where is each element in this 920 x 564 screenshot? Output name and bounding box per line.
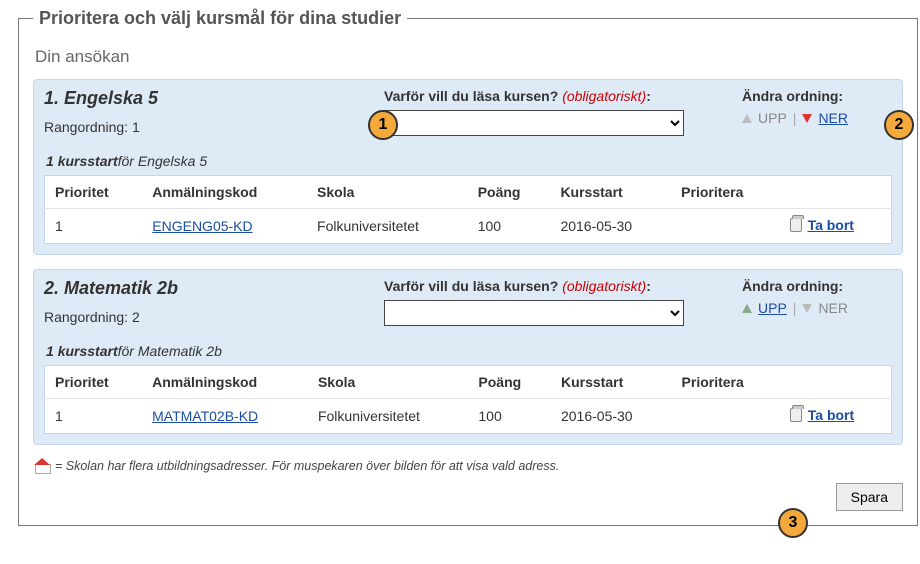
- col-priority: Prioritet: [45, 366, 143, 399]
- col-code: Anmälningskod: [142, 176, 307, 209]
- arrow-up-icon: [742, 304, 752, 313]
- course-rows-table: Prioritet Anmälningskod Skola Poäng Kurs…: [44, 175, 892, 244]
- kursstart-summary: 1 kursstartför Engelska 5: [46, 153, 892, 169]
- col-points: Poäng: [468, 176, 551, 209]
- registration-code-link[interactable]: MATMAT02B-KD: [152, 408, 258, 424]
- col-school: Skola: [307, 176, 468, 209]
- reason-label: Varför vill du läsa kursen? (obligatoris…: [384, 278, 732, 294]
- trash-icon: [790, 218, 802, 232]
- callout-badge-3: 3: [778, 508, 808, 538]
- course-block: 2. Matematik 2b Rangordning: 2 Varför vi…: [33, 269, 903, 445]
- move-down-button: NER: [818, 300, 848, 316]
- col-priority: Prioritet: [45, 176, 143, 209]
- remove-button[interactable]: Ta bort: [790, 407, 854, 423]
- cell-points: 100: [468, 209, 551, 244]
- cell-start: 2016-05-30: [551, 399, 672, 434]
- course-block: 1. Engelska 5 Rangordning: 1 Varför vill…: [33, 79, 903, 255]
- col-start: Kursstart: [551, 366, 672, 399]
- course-title: 2. Matematik 2b: [44, 278, 374, 299]
- cell-priority: 1: [45, 209, 143, 244]
- save-button[interactable]: Spara: [836, 483, 903, 511]
- callout-badge-2: 2: [884, 110, 914, 140]
- course-title: 1. Engelska 5: [44, 88, 374, 109]
- course-priority-group: Prioritera och välj kursmål för dina stu…: [18, 8, 918, 526]
- cell-points: 100: [468, 399, 551, 434]
- group-legend: Prioritera och välj kursmål för dina stu…: [33, 8, 407, 29]
- cell-school: Folkuniversitetet: [308, 399, 468, 434]
- reason-select[interactable]: [384, 110, 684, 136]
- kursstart-summary: 1 kursstartför Matematik 2b: [46, 343, 892, 359]
- arrow-up-icon: [742, 114, 752, 123]
- col-prioritize: Prioritera: [672, 366, 780, 399]
- callout-badge-1: 1: [368, 110, 398, 140]
- reason-label: Varför vill du läsa kursen? (obligatoris…: [384, 88, 732, 104]
- trash-icon: [790, 408, 802, 422]
- move-up-button: UPP: [758, 110, 787, 126]
- arrow-down-icon: [802, 114, 812, 123]
- col-start: Kursstart: [550, 176, 671, 209]
- change-order-label: Ändra ordning:: [742, 278, 892, 294]
- change-order-label: Ändra ordning:: [742, 88, 892, 104]
- move-up-button[interactable]: UPP: [758, 300, 787, 316]
- col-code: Anmälningskod: [142, 366, 308, 399]
- remove-button[interactable]: Ta bort: [790, 217, 854, 233]
- registration-code-link[interactable]: ENGENG05-KD: [152, 218, 252, 234]
- col-prioritize: Prioritera: [671, 176, 779, 209]
- cell-priority: 1: [45, 399, 143, 434]
- rank-line: Rangordning: 1: [44, 119, 374, 135]
- reason-select[interactable]: [384, 300, 684, 326]
- address-footnote: = Skolan har flera utbildningsadresser. …: [35, 459, 903, 473]
- move-down-button[interactable]: NER: [818, 110, 848, 126]
- cell-start: 2016-05-30: [550, 209, 671, 244]
- rank-line: Rangordning: 2: [44, 309, 374, 325]
- table-row: 1 MATMAT02B-KD Folkuniversitetet 100 201…: [45, 399, 892, 434]
- course-rows-table: Prioritet Anmälningskod Skola Poäng Kurs…: [44, 365, 892, 434]
- house-icon: [35, 460, 49, 472]
- application-subheading: Din ansökan: [35, 47, 903, 67]
- cell-school: Folkuniversitetet: [307, 209, 468, 244]
- table-row: 1 ENGENG05-KD Folkuniversitetet 100 2016…: [45, 209, 892, 244]
- col-school: Skola: [308, 366, 468, 399]
- arrow-down-icon: [802, 304, 812, 313]
- col-points: Poäng: [468, 366, 551, 399]
